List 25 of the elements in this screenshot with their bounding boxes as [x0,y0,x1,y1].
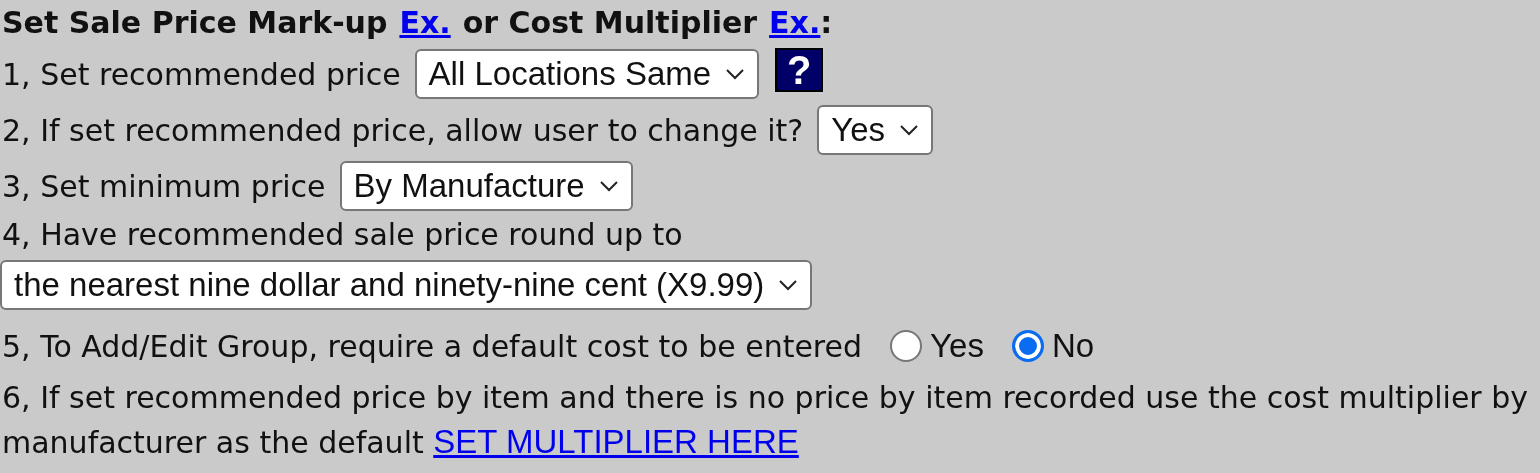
radio-button[interactable] [890,330,923,362]
dropdown[interactable]: All Locations Same [414,49,760,99]
radio-label: Yes [930,327,984,365]
dropdown[interactable]: By Manufacture [339,161,633,211]
setting-label: 4, Have recommended sale price round up to [2,216,683,252]
example-link[interactable]: Ex. [769,0,821,46]
multiplier-link[interactable]: SET MULTIPLIER HERE [433,423,799,460]
setting-label: 1, Set recommended price [2,56,401,92]
heading-text: : [820,4,833,42]
help-icon[interactable]: ? [773,46,826,94]
chevron-icon [598,180,619,192]
dropdown[interactable]: the nearest nine dollar and ninety-nine cent (X9.99) [0,260,813,310]
setting-text: 6, If set recommended price by item and there is no price by item recorded use the cost multiplier by manufacturer as the default SET MULTIPLIER HERE [2,379,1529,462]
heading-text: Set Sale Price Mark-up [2,4,388,42]
dropdown[interactable]: Yes [817,105,934,155]
chevron-icon [778,279,799,291]
example-link[interactable]: Ex. [399,0,451,46]
chevron-icon [899,124,920,136]
chevron-icon [725,68,746,80]
heading-text: or Cost Multiplier [462,4,758,42]
setting-label: 2, If set recommended price, allow user to change it? [2,112,804,148]
setting-label: 3, Set minimum price [2,168,326,204]
radio-label: No [1051,327,1095,365]
setting-label: 5, To Add/Edit Group, require a default cost to be entered [2,328,863,364]
radio-button[interactable] [1011,330,1044,362]
